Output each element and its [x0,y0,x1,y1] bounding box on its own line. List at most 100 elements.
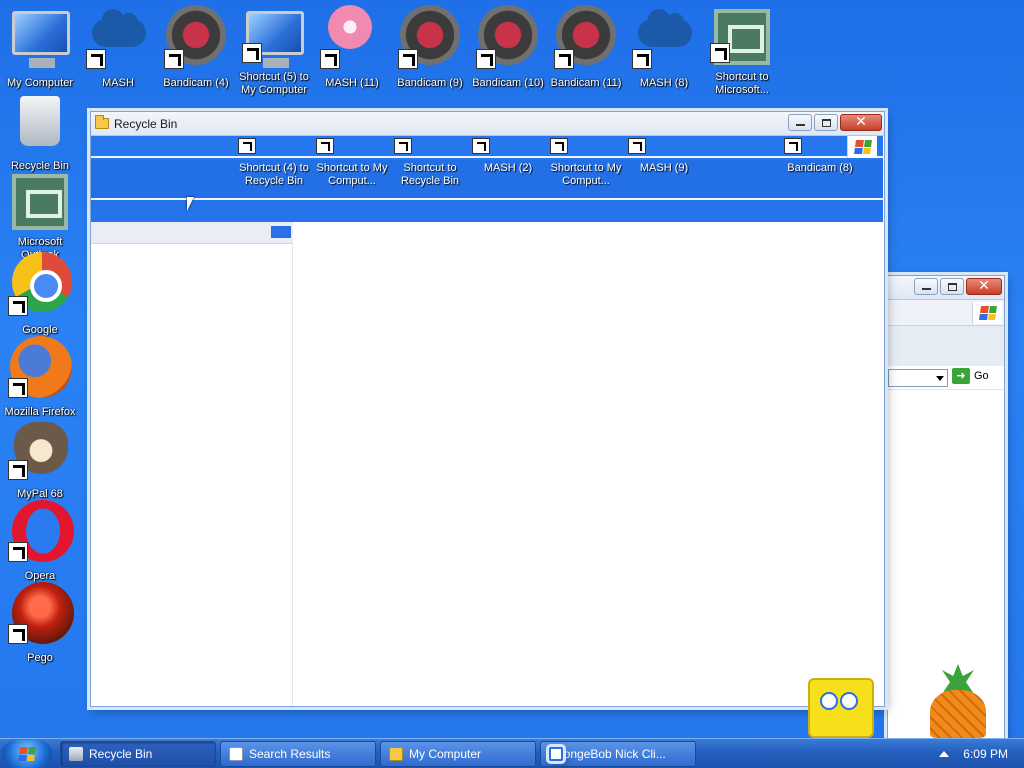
search-icon [229,747,243,761]
bandicam-10-icon [476,5,540,69]
desktop-icon-label: Shortcut (5) to My Computer [239,71,309,96]
ghost-label-bandicam-8: Bandicam (8) [787,162,853,174]
background-menu-bar [888,300,1004,326]
recycle-icon [69,747,83,761]
shortcut-microsoft-icon [710,5,774,65]
recycle-bin-window[interactable]: Recycle Bin ✕ Shortcut (4) to Recycle Bi… [90,111,885,707]
shortcut-arrow-icon [632,49,652,69]
desktop-icon-recycle-bin[interactable]: Recycle Bin [1,88,79,180]
start-button[interactable] [2,740,52,768]
desktop-icon-pego[interactable]: Pego [1,580,79,672]
shortcut-arrow-icon [554,49,574,69]
desktop-icon-mozilla-firefox[interactable]: Mozilla Firefox [1,334,79,426]
desktop-icon-mypal-68[interactable]: MyPal 68 [1,416,79,508]
shortcut-arrow-icon [86,49,106,69]
desktop-icon-mash-11[interactable]: MASH (11) [313,5,391,97]
pane-toggle-icon[interactable] [271,226,291,238]
background-close-button[interactable]: ✕ [966,278,1002,295]
taskbar-item-recycle-bin[interactable]: Recycle Bin [60,741,216,767]
desktop-icon-bandicam-11[interactable]: Bandicam (11) [547,5,625,97]
desktop-icon-mash[interactable]: MASH [79,5,157,97]
mash-8-icon [632,5,696,69]
bandicam-9-icon [398,5,462,69]
google-icon [8,252,72,316]
desktop-icon-label: Bandicam (9) [397,77,463,89]
desktop-icon-google[interactable]: Google [1,252,79,344]
background-minimize-button[interactable] [914,278,938,295]
go-button[interactable]: ➜ Go [952,368,989,384]
pineapple-sticker [930,690,986,738]
taskbar-item-label: Recycle Bin [89,747,153,761]
background-explorer-window[interactable]: ✕ ➜ Go [887,275,1005,738]
background-window-titlebar[interactable]: ✕ [888,276,1004,300]
shortcut-arrow-icon [8,460,28,480]
windows-logo-icon [847,136,877,158]
pego-icon [8,580,74,644]
desktop-icon-shortcut-microsoft[interactable]: Shortcut to Microsoft... [703,5,781,97]
shortcut-arrow-icon [476,49,496,69]
tasks-pane [91,222,293,706]
shortcut-arrow-icon [164,49,184,69]
address-bar: ➜ Go [888,366,1004,390]
desktop-icon-mash-8[interactable]: MASH (8) [625,5,703,97]
tasks-pane-header [91,222,293,244]
clock[interactable]: 6:09 PM [963,747,1008,761]
bandicam-4-icon [164,5,228,69]
taskbar-item-label: SpongeBob Nick Cli... [549,747,666,761]
background-toolbar [888,326,1004,366]
desktop-icon-opera[interactable]: Opera [1,498,79,590]
folder-icon [389,747,403,761]
desktop: My Computer MASH Bandicam (4) Shortcut (5) … [0,0,1024,738]
shortcut-arrow-icon [784,138,802,154]
desktop-icon-label: MASH (8) [639,77,689,89]
shortcut-arrow-icon [8,542,28,562]
bandicam-11-icon [554,5,618,69]
close-button[interactable]: ✕ [840,114,882,131]
shortcut-arrow-icon [628,138,646,154]
shortcut-arrow-icon [316,138,334,154]
microsoft-outlook-icon [8,170,72,230]
window-icon [549,747,563,761]
ghost-label-shortcut-4-recycle-bin: Shortcut (4) to Recycle Bin [239,162,309,187]
render-artifact-strip: Shortcut (4) to Recycle Bin Shortcut to M… [91,136,883,222]
maximize-button[interactable] [814,114,838,131]
desktop-icon-shortcut-5-my-computer[interactable]: Shortcut (5) to My Computer [235,5,313,97]
mash-11-icon [320,5,384,69]
shortcut-arrow-icon [398,49,418,69]
shortcut-arrow-icon [238,138,256,154]
mozilla-firefox-icon [8,334,72,398]
shortcut-arrow-icon [242,43,262,63]
desktop-icon-my-computer[interactable]: My Computer [1,5,79,97]
taskbar-item-label: My Computer [409,747,482,761]
chevron-down-icon[interactable] [936,376,944,381]
background-maximize-button[interactable] [940,278,964,295]
desktop-icon-microsoft-outlook[interactable]: Microsoft Outlook [1,170,79,262]
desktop-icon-bandicam-9[interactable]: Bandicam (9) [391,5,469,97]
desktop-icon-label: Shortcut to Microsoft... [715,71,769,96]
desktop-icon-bandicam-4[interactable]: Bandicam (4) [157,5,235,97]
ghost-label-shortcut-my-computer-2: Shortcut to My Comput... [550,162,622,187]
show-hidden-icons-icon[interactable] [939,751,950,757]
go-arrow-icon: ➜ [952,368,970,384]
folder-icon [95,115,109,129]
desktop-icon-label: Bandicam (11) [550,77,622,89]
shortcut-arrow-icon [8,296,28,316]
spongebob-sticker [808,678,874,738]
minimize-button[interactable] [788,114,812,131]
desktop-icon-label: MASH [102,77,134,89]
taskbar-item-spongebob[interactable]: SpongeBob Nick Cli... [540,741,696,767]
taskbar-item-my-computer[interactable]: My Computer [380,741,536,767]
taskbar-item-search-results[interactable]: Search Results [220,741,376,767]
recycle-bin-titlebar[interactable]: Recycle Bin ✕ [91,112,884,136]
shortcut-arrow-icon [472,138,490,154]
system-tray: 6:09 PM [914,739,1024,768]
address-dropdown[interactable] [888,369,948,387]
windows-logo-icon [972,302,1002,324]
ghost-label-mash-2: MASH (2) [483,162,533,174]
recycle-bin-content[interactable] [91,222,884,706]
shortcut-arrow-icon [394,138,412,154]
my-computer-icon [8,5,72,69]
desktop-icon-bandicam-10[interactable]: Bandicam (10) [469,5,547,97]
ghost-label-mash-9: MASH (9) [639,162,689,174]
ghost-label-shortcut-recycle-bin: Shortcut to Recycle Bin [400,162,460,187]
